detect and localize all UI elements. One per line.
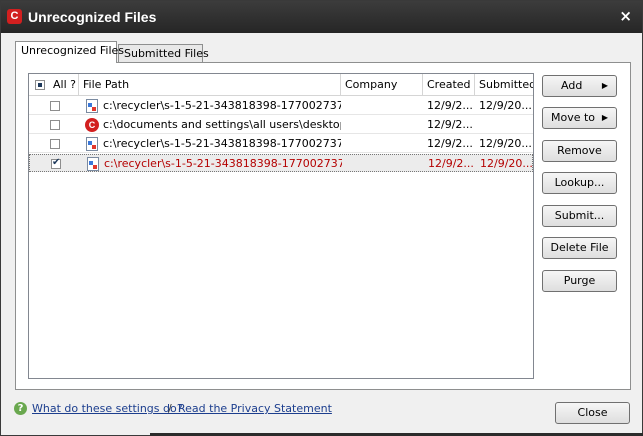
row-checkbox[interactable] bbox=[50, 101, 60, 111]
file-path: c:\recycler\s-1-5-21-343818398-177002737… bbox=[104, 157, 342, 170]
file-path: c:\recycler\s-1-5-21-343818398-177002737… bbox=[103, 137, 341, 150]
select-all-checkbox[interactable] bbox=[35, 80, 45, 90]
move-to-button[interactable]: Move to ▶ bbox=[542, 107, 617, 129]
tab-unrecognized-files[interactable]: Unrecognized Files bbox=[15, 41, 124, 63]
purge-button[interactable]: Purge bbox=[542, 270, 617, 292]
close-button[interactable]: Close bbox=[555, 402, 630, 424]
list-header: All ? File Path Company Created Submitte… bbox=[29, 74, 533, 96]
tab-panel: All ? File Path Company Created Submitte… bbox=[15, 62, 631, 390]
submitted-date bbox=[475, 116, 533, 134]
privacy-statement-link[interactable]: Read the Privacy Statement bbox=[178, 402, 332, 415]
tab-submitted-files[interactable]: Submitted Files bbox=[118, 44, 209, 62]
delete-file-button[interactable]: Delete File bbox=[542, 237, 617, 259]
created-date: 12/9/2... bbox=[427, 99, 473, 112]
comodo-shield-icon: C bbox=[85, 118, 99, 132]
row-checkbox[interactable] bbox=[50, 120, 60, 130]
file-icon bbox=[85, 137, 99, 151]
column-header-check[interactable]: All ? bbox=[29, 74, 79, 96]
file-icon bbox=[85, 99, 99, 113]
help-icon: ? bbox=[14, 402, 27, 415]
unrecognized-files-dialog: C Unrecognized Files × Unrecognized File… bbox=[0, 0, 643, 436]
select-all-label: All ? bbox=[53, 78, 76, 91]
column-header-submitted[interactable]: Submitted bbox=[475, 74, 533, 96]
files-list: All ? File Path Company Created Submitte… bbox=[28, 73, 534, 379]
column-header-file-path[interactable]: File Path bbox=[79, 74, 341, 96]
submitted-date: 12/9/20... bbox=[479, 137, 532, 150]
link-separator: / bbox=[168, 402, 172, 415]
column-header-company[interactable]: Company bbox=[341, 74, 423, 96]
arrow-right-icon: ▶ bbox=[601, 81, 608, 90]
remove-button[interactable]: Remove bbox=[542, 140, 617, 162]
file-path: c:\recycler\s-1-5-21-343818398-177002737… bbox=[103, 99, 341, 112]
row-checkbox[interactable] bbox=[50, 139, 60, 149]
lookup-button[interactable]: Lookup... bbox=[542, 172, 617, 194]
title-bar: C Unrecognized Files × bbox=[1, 1, 642, 33]
submitted-date: 12/9/20... bbox=[479, 99, 532, 112]
table-row[interactable]: c:\recycler\s-1-5-21-343818398-177002737… bbox=[29, 97, 533, 115]
arrow-right-icon: ▶ bbox=[601, 113, 608, 122]
table-row[interactable]: C c:\documents and settings\all users\de… bbox=[29, 116, 533, 134]
window-close-button[interactable]: × bbox=[619, 7, 632, 25]
created-date: 12/9/2... bbox=[427, 137, 473, 150]
column-header-created[interactable]: Created bbox=[423, 74, 475, 96]
file-path: c:\documents and settings\all users\desk… bbox=[103, 118, 341, 131]
comodo-logo-icon: C bbox=[7, 9, 22, 24]
created-date: 12/9/2... bbox=[427, 118, 473, 131]
settings-help-link[interactable]: What do these settings do? bbox=[32, 402, 183, 415]
submitted-date: 12/9/20... bbox=[480, 157, 533, 170]
created-date: 12/9/2... bbox=[428, 157, 474, 170]
submit-button[interactable]: Submit... bbox=[542, 205, 617, 227]
window-title: Unrecognized Files bbox=[28, 9, 157, 25]
file-icon bbox=[86, 157, 100, 171]
table-row-selected[interactable]: c:\recycler\s-1-5-21-343818398-177002737… bbox=[29, 154, 533, 172]
row-checkbox[interactable] bbox=[51, 157, 61, 169]
table-row[interactable]: c:\recycler\s-1-5-21-343818398-177002737… bbox=[29, 135, 533, 153]
add-button[interactable]: Add ▶ bbox=[542, 75, 617, 97]
